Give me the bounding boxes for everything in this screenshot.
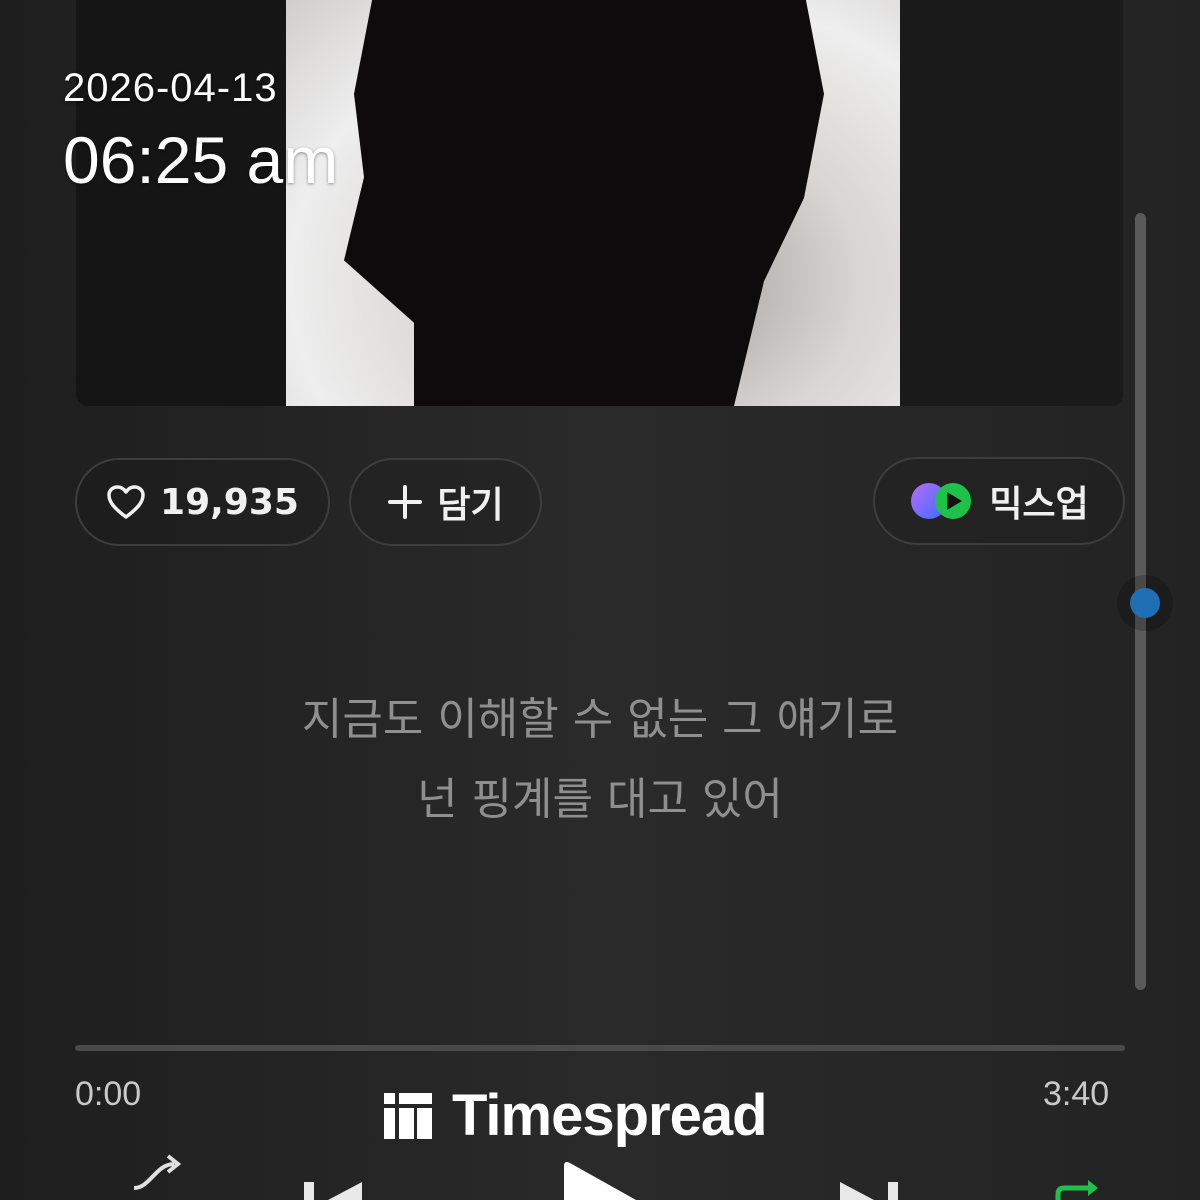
- play-icon[interactable]: [560, 1160, 640, 1200]
- mixup-button[interactable]: 믹스업: [873, 457, 1125, 545]
- watermark: Timespread: [384, 1082, 768, 1149]
- overlay-time: 06:25 am: [63, 123, 339, 197]
- overlay-date: 2026-04-13: [63, 66, 278, 110]
- album-art-right-panel: [900, 0, 1123, 406]
- album-art: [76, 0, 1123, 406]
- mixup-logo-icon: [911, 483, 972, 519]
- lyric-line[interactable]: 지금도 이해할 수 없는 그 얘기로: [0, 683, 1200, 747]
- like-count: 19,935: [160, 481, 299, 523]
- progress-bar[interactable]: [75, 1045, 1125, 1051]
- heart-icon: [107, 485, 145, 519]
- previous-icon[interactable]: [300, 1182, 370, 1200]
- lyrics-scrollbar-thumb[interactable]: [1117, 575, 1173, 631]
- lyric-line[interactable]: 넌 핑계를 대고 있어: [0, 763, 1200, 827]
- next-icon[interactable]: [832, 1182, 902, 1200]
- timespread-logo-icon: [384, 1092, 432, 1139]
- add-label: 담기: [437, 485, 504, 526]
- add-to-playlist-button[interactable]: 담기: [349, 458, 542, 546]
- repeat-icon[interactable]: [1050, 1180, 1110, 1200]
- album-art-left-panel: [76, 0, 286, 406]
- elapsed-time: 0:00: [75, 1075, 142, 1113]
- total-duration: 3:40: [1043, 1075, 1110, 1113]
- mixup-label: 믹스업: [989, 484, 1089, 525]
- like-button[interactable]: 19,935: [75, 458, 330, 546]
- watermark-text: Timespread: [452, 1083, 768, 1148]
- plus-icon: [388, 485, 423, 519]
- shuffle-icon[interactable]: [130, 1150, 186, 1200]
